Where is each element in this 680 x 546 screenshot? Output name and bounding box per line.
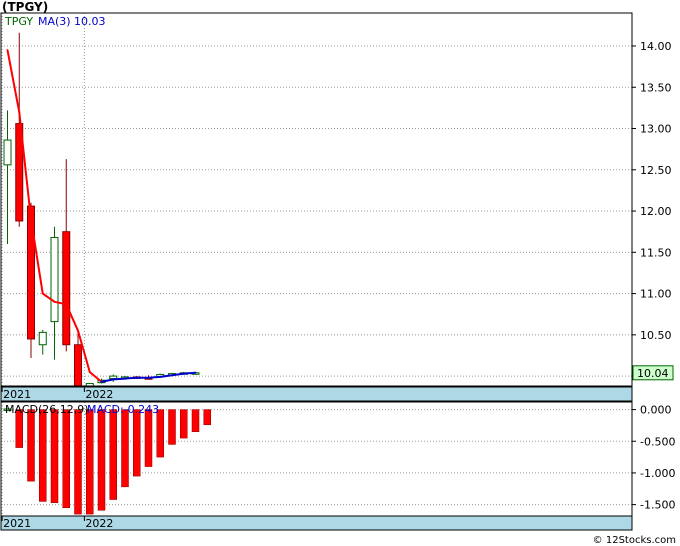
macd-bar bbox=[27, 409, 35, 482]
price-date-label: 2022 bbox=[85, 388, 113, 401]
macd-tick-label: -0.500 bbox=[640, 435, 675, 448]
ma-line-segment bbox=[182, 371, 197, 375]
candle-body bbox=[109, 375, 118, 380]
macd-tick-label: 0.000 bbox=[640, 404, 672, 417]
footer-copyright: © 12Stocks.com bbox=[592, 535, 676, 546]
macd-bar bbox=[144, 409, 153, 467]
macd-bar bbox=[109, 409, 117, 500]
candle-body bbox=[74, 344, 82, 387]
price-tick-label: 11.50 bbox=[640, 246, 672, 259]
macd-bar bbox=[180, 409, 188, 439]
ma-line-segment bbox=[112, 377, 126, 381]
price-tick-label: 13.00 bbox=[640, 123, 672, 136]
macd-bar bbox=[62, 409, 70, 509]
candle-body bbox=[50, 236, 59, 323]
macd-bar bbox=[39, 409, 47, 502]
candle-body bbox=[3, 139, 12, 166]
legend-ma-value: 10.03 bbox=[74, 15, 106, 28]
price-tick-label: 10.50 bbox=[640, 329, 672, 342]
price-panel: 14.00 13.50 13.00 12.50 12.00 11.50 11.00 10.50… bbox=[0, 12, 674, 402]
stock-chart: 14.00 13.50 13.00 12.50 12.00 11.50 11.00 10.50… bbox=[0, 12, 675, 531]
price-tick-label: 12.00 bbox=[640, 205, 672, 218]
macd-bar bbox=[50, 409, 59, 503]
macd-bar bbox=[191, 409, 200, 433]
macd-legend-value: MACD:-0.243 bbox=[87, 403, 159, 416]
ma-line-segment bbox=[124, 376, 138, 380]
candle-body bbox=[62, 231, 71, 346]
ma-line-segment bbox=[147, 375, 162, 379]
price-tick-label: 14.00 bbox=[640, 40, 672, 53]
macd-date-label: 2021 bbox=[3, 517, 31, 530]
candle-body bbox=[38, 331, 47, 346]
price-plot-area bbox=[1, 13, 632, 386]
macd-bar bbox=[97, 409, 106, 511]
macd-tick-label: -1.500 bbox=[640, 499, 675, 512]
macd-date-label: 2022 bbox=[85, 517, 113, 530]
macd-panel: 0.000 -0.500 -1.000 -1.500 MACD(26,12,9)MACD… bbox=[0, 401, 675, 531]
macd-bar bbox=[133, 409, 141, 477]
macd-bar bbox=[168, 409, 176, 445]
macd-bar bbox=[156, 409, 164, 458]
price-tick-label: 13.50 bbox=[640, 81, 672, 94]
price-tick-label: 11.00 bbox=[640, 288, 672, 301]
macd-bar bbox=[203, 409, 211, 426]
macd-tick-label: -1.000 bbox=[640, 467, 675, 480]
macd-bar bbox=[74, 409, 82, 515]
price-date-label: 2021 bbox=[3, 388, 31, 401]
legend-symbol: TPGY bbox=[4, 15, 33, 28]
macd-legend-label: MACD(26,12,9) bbox=[5, 403, 89, 416]
last-price-label: 10.04 bbox=[637, 367, 669, 380]
candle-body bbox=[27, 205, 35, 340]
legend-ma-label: MA(3) bbox=[38, 15, 71, 28]
macd-bar bbox=[121, 409, 129, 488]
macd-bar bbox=[86, 409, 94, 515]
price-tick-label: 12.50 bbox=[640, 164, 672, 177]
macd-plot-area bbox=[1, 402, 632, 516]
